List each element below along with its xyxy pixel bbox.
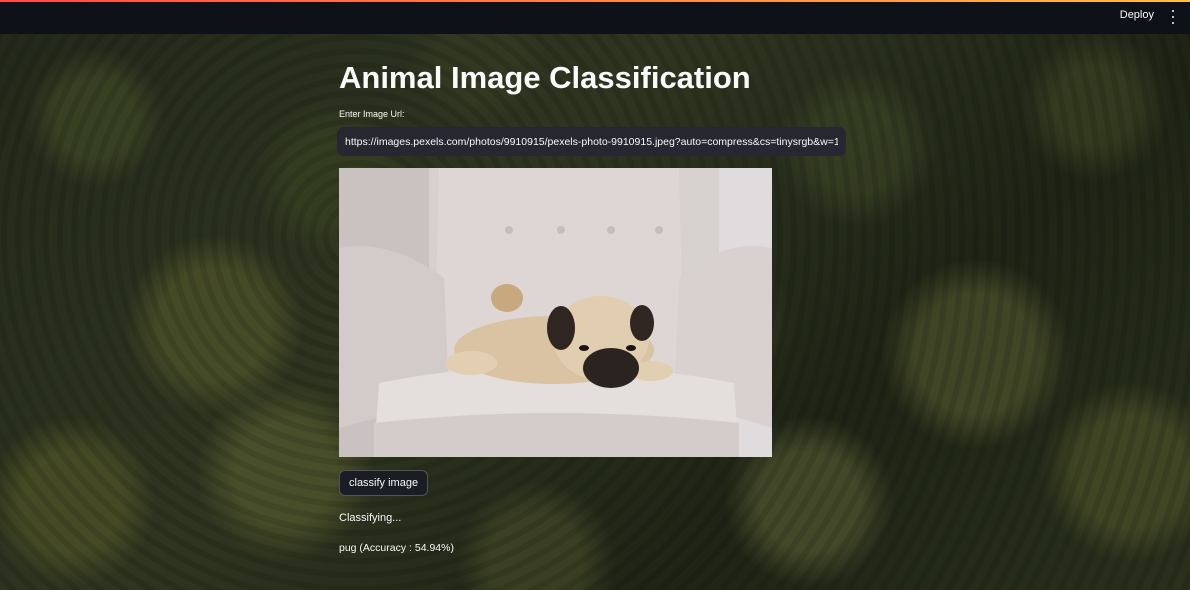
url-label: Enter Image Url:	[339, 109, 405, 119]
status-text: Classifying...	[339, 512, 402, 524]
classified-image	[339, 168, 772, 457]
top-bar: Deploy	[0, 0, 1190, 34]
vertical-dots-icon[interactable]	[1170, 10, 1176, 24]
pug-on-armchair-illustration	[339, 168, 772, 457]
header-accent-line	[0, 0, 1190, 2]
image-url-input[interactable]	[337, 127, 846, 156]
classify-image-button[interactable]: classify image	[339, 470, 429, 496]
classification-result: pug (Accuracy : 54.94%)	[339, 542, 454, 554]
deploy-button[interactable]: Deploy	[1120, 9, 1154, 21]
page-title: Animal Image Classification	[339, 60, 751, 95]
